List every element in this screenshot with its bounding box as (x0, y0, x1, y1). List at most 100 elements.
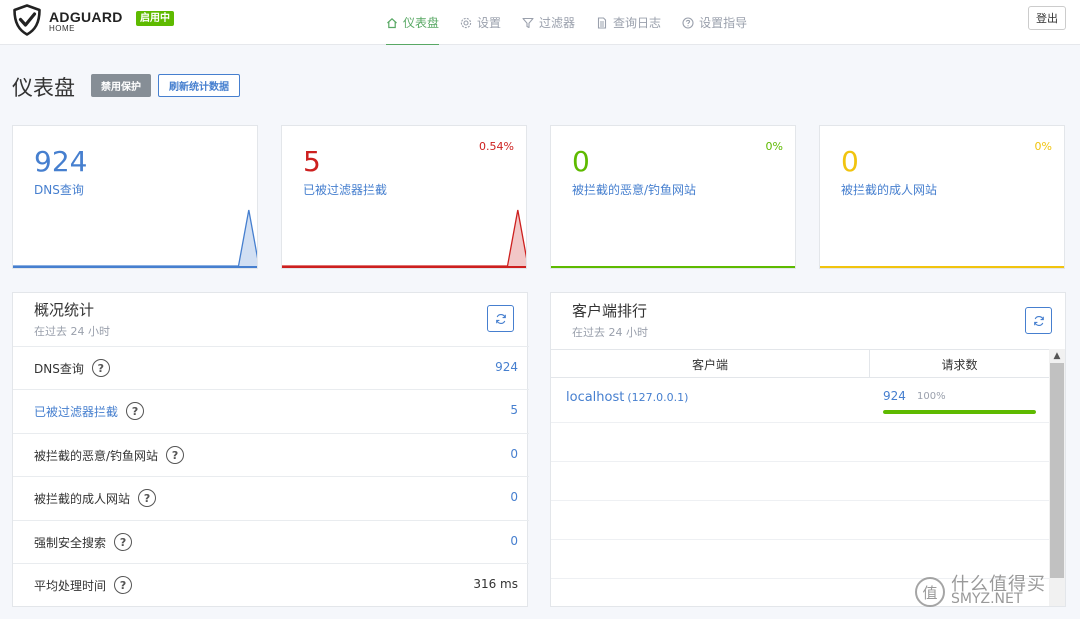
card-label: DNS查询 (34, 183, 84, 197)
logo-sub-text: HOME (49, 23, 75, 33)
card-bottom-line (282, 266, 526, 268)
sparkline-chart (551, 206, 796, 268)
stat-value[interactable]: 0 (510, 534, 518, 548)
refresh-icon (495, 313, 506, 324)
stat-name: 已被过滤器拦截? (34, 402, 145, 420)
card-percent: 0.54% (479, 140, 514, 153)
stat-row-blocked-filters: 已被过滤器拦截? 5 (13, 389, 529, 432)
sparkline-line (13, 209, 257, 267)
stat-value[interactable]: 0 (510, 490, 518, 504)
card-bottom-line (820, 266, 1064, 268)
refresh-statistics-button[interactable]: 刷新统计数据 (158, 74, 240, 97)
sparkline-area (13, 210, 257, 268)
nav-dashboard-label: 仪表盘 (403, 16, 440, 30)
question-icon[interactable]: ? (166, 446, 185, 464)
help-circle-icon (682, 16, 694, 29)
overview-subtitle: 在过去 24 小时 (34, 325, 110, 338)
client-hostname: localhost (566, 390, 625, 405)
stat-name: DNS查询? (34, 359, 110, 377)
card-value: 5 (303, 145, 321, 178)
overview-refresh-button[interactable] (487, 305, 514, 332)
sparkline-chart (13, 209, 257, 268)
stat-value[interactable]: 5 (510, 403, 518, 417)
clients-title: 客户端排行 (572, 302, 648, 320)
table-row: localhost (127.0.0.1) 924 100% (551, 379, 1049, 423)
column-header-requests[interactable]: 请求数 (870, 350, 1049, 378)
stat-name-label: 被拦截的成人网站 (34, 491, 131, 506)
top-clients-panel: 客户端排行 在过去 24 小时 客户端 请求数 localhost (127.0.… (550, 292, 1066, 607)
scroll-up-arrow-icon[interactable]: ▲ (1049, 349, 1065, 363)
sparkline-line (282, 209, 526, 267)
home-icon (387, 17, 397, 28)
table-scrollbar[interactable]: ▲ (1049, 349, 1065, 606)
card-bottom-line (551, 266, 795, 268)
adguard-logo[interactable]: ADGUARD HOME (12, 4, 123, 36)
stat-value[interactable]: 924 (495, 360, 518, 374)
document-icon (597, 16, 607, 29)
watermark-logo-icon: 值 (915, 577, 945, 607)
clients-refresh-button[interactable] (1025, 307, 1052, 334)
scroll-thumb[interactable] (1050, 363, 1064, 578)
stat-row-avg-processing-time: 平均处理时间? 316 ms (13, 563, 529, 606)
top-navbar: ADGUARD HOME 启用中 仪表盘 设置 过滤器 查询日志 设置指导 登出 (0, 0, 1080, 45)
watermark: 值 什么值得买 SMYZ.NET (915, 576, 1046, 607)
stat-name-label[interactable]: 已被过滤器拦截 (34, 403, 118, 420)
sparkline-chart (820, 206, 1065, 268)
stat-name-label: 平均处理时间 (34, 578, 107, 593)
client-progress-fill (883, 410, 1036, 414)
stat-name: 平均处理时间? (34, 576, 133, 594)
sparkline-area (282, 210, 526, 268)
clients-subtitle: 在过去 24 小时 (572, 326, 648, 339)
client-ip: (127.0.0.1) (627, 391, 689, 404)
column-header-client[interactable]: 客户端 (551, 350, 869, 378)
nav-settings-label: 设置 (477, 16, 502, 30)
protection-status-badge: 启用中 (136, 11, 174, 26)
nav-query-log-label: 查询日志 (613, 16, 662, 30)
sparkline-chart (282, 209, 526, 268)
question-icon[interactable]: ? (114, 533, 133, 551)
blocked-adult-card: 0 被拦截的成人网站 0% (819, 125, 1065, 269)
card-label: 被拦截的成人网站 (841, 183, 938, 197)
card-label: 已被过滤器拦截 (303, 183, 388, 197)
table-row-empty (551, 423, 1049, 462)
stat-name-label: DNS查询 (34, 361, 84, 376)
refresh-icon (1033, 315, 1044, 326)
question-icon[interactable]: ? (91, 359, 110, 377)
nav-dashboard[interactable]: 仪表盘 (386, 0, 440, 45)
watermark-text-bottom: SMYZ.NET (951, 591, 1023, 607)
nav-setup-guide[interactable]: 设置指导 (682, 0, 747, 45)
dns-queries-card: 924 DNS查询 (12, 125, 258, 269)
clients-table-header: 客户端 请求数 (551, 349, 1049, 378)
stat-row-blocked-malware: 被拦截的恶意/钓鱼网站? 0 (13, 433, 529, 476)
stat-name: 被拦截的恶意/钓鱼网站? (34, 446, 185, 464)
nav-filters[interactable]: 过滤器 (522, 0, 575, 45)
question-icon[interactable]: ? (138, 489, 157, 507)
disable-protection-button[interactable]: 禁用保护 (91, 74, 151, 97)
nav-query-log[interactable]: 查询日志 (596, 0, 661, 45)
card-value: 0 (572, 145, 590, 178)
table-row-empty (551, 501, 1049, 540)
card-value: 924 (34, 145, 88, 178)
blocked-by-filters-card: 5 已被过滤器拦截 0.54% (281, 125, 527, 269)
card-percent: 0% (1034, 140, 1052, 153)
stat-row-blocked-adult: 被拦截的成人网站? 0 (13, 476, 529, 519)
question-icon[interactable]: ? (126, 402, 145, 420)
stat-row-dns-queries: DNS查询? 924 (13, 346, 529, 389)
stat-name-label: 强制安全搜索 (34, 535, 107, 550)
overview-stats-panel: 概况统计 在过去 24 小时 DNS查询? 924 已被过滤器拦截? 5 被拦截… (12, 292, 529, 607)
stat-row-safe-search: 强制安全搜索? 0 (13, 520, 529, 563)
question-icon[interactable]: ? (114, 576, 133, 594)
client-progress-bar (883, 410, 1036, 414)
table-row-empty (551, 462, 1049, 501)
nav-filters-label: 过滤器 (539, 16, 576, 30)
page-title: 仪表盘 (12, 76, 75, 100)
stat-value[interactable]: 0 (510, 447, 518, 461)
logout-button[interactable]: 登出 (1028, 6, 1066, 30)
stat-name: 被拦截的成人网站? (34, 489, 157, 507)
card-label: 被拦截的恶意/钓鱼网站 (572, 183, 697, 197)
overview-title: 概况统计 (34, 301, 95, 319)
stat-value: 316 ms (473, 577, 518, 591)
nav-settings[interactable]: 设置 (460, 0, 501, 45)
logo-main-text: ADGUARD (49, 8, 123, 25)
client-name[interactable]: localhost (127.0.0.1) (566, 390, 688, 405)
